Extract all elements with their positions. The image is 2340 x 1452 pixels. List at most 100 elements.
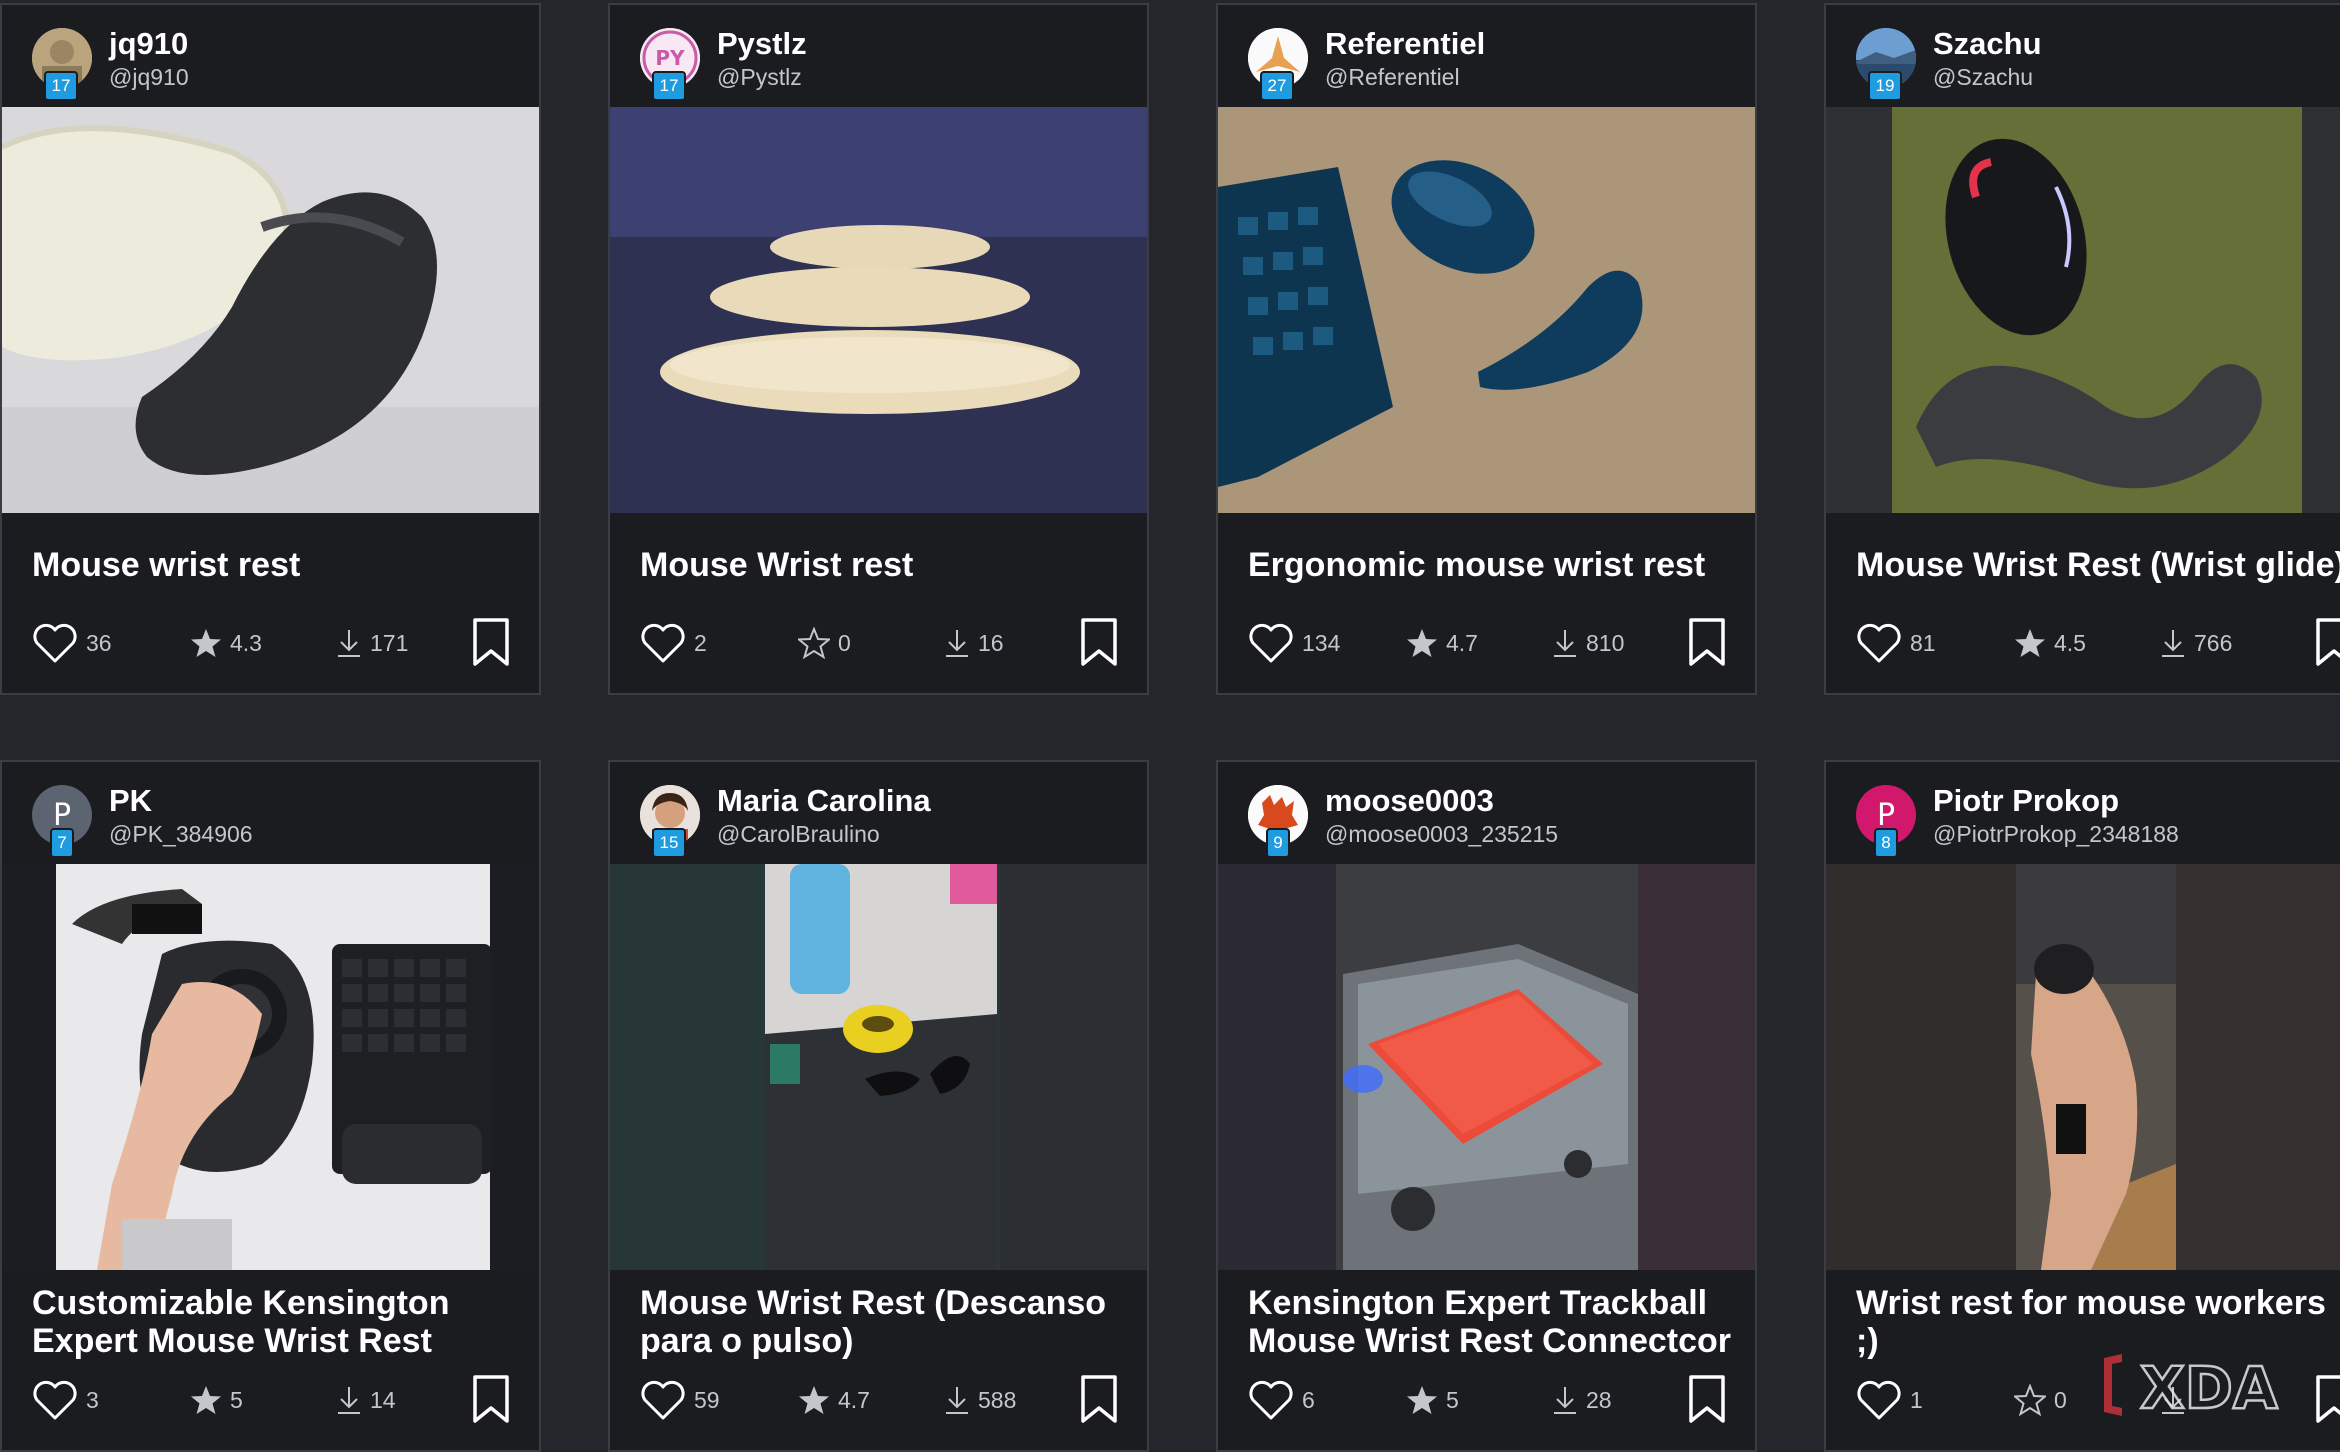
star-icon: [799, 1386, 829, 1414]
model-thumbnail[interactable]: [610, 107, 1147, 513]
rating: 4.3: [190, 615, 262, 671]
author-handle[interactable]: @Pystlz: [717, 64, 802, 91]
bookmark-icon[interactable]: [471, 1374, 511, 1424]
like-count: 6: [1302, 1386, 1315, 1413]
download-count: 14: [370, 1386, 396, 1413]
author-handle[interactable]: @jq910: [109, 64, 189, 91]
like-count: 36: [86, 629, 112, 656]
card-header: 17 jq910 @jq910: [2, 5, 539, 105]
model-card[interactable]: 17 jq910 @jq910 Mouse wrist rest 36 4.3 …: [0, 3, 541, 695]
level-badge: 9: [1266, 828, 1290, 858]
model-thumbnail[interactable]: [1826, 107, 2340, 513]
card-stats: 6 5 28: [1218, 1372, 1755, 1428]
author-handle[interactable]: @Szachu: [1933, 64, 2033, 91]
author-handle[interactable]: @moose0003_235215: [1325, 821, 1558, 848]
model-title[interactable]: Mouse wrist rest: [32, 520, 522, 610]
bookmark-icon[interactable]: [1687, 617, 1727, 667]
like-count: 3: [86, 1386, 99, 1413]
model-card[interactable]: 15 Maria Carolina @CarolBraulino Mouse W…: [608, 760, 1149, 1452]
model-title[interactable]: Mouse Wrist Rest (Descanso para o pulso): [640, 1277, 1130, 1367]
rating-value: 0: [838, 629, 851, 656]
model-title[interactable]: Customizable Kensington Expert Mouse Wri…: [32, 1277, 522, 1367]
bookmark-icon[interactable]: [471, 617, 511, 667]
level-badge: 7: [50, 828, 74, 858]
author-name[interactable]: Pystlz: [717, 26, 807, 62]
rating: 5: [1406, 1372, 1459, 1428]
author-name[interactable]: PK: [109, 783, 152, 819]
model-title[interactable]: Mouse Wrist rest: [640, 520, 1130, 610]
card-header: 15 Maria Carolina @CarolBraulino: [610, 762, 1147, 862]
like-button[interactable]: 2: [640, 615, 707, 671]
like-button[interactable]: 59: [640, 1372, 720, 1428]
like-count: 2: [694, 629, 707, 656]
author-name[interactable]: Piotr Prokop: [1933, 783, 2119, 819]
like-button[interactable]: 134: [1248, 615, 1340, 671]
model-thumbnail[interactable]: [2, 864, 539, 1270]
author-name[interactable]: Szachu: [1933, 26, 2042, 62]
bookmark-icon[interactable]: [1079, 617, 1119, 667]
heart-icon: [1249, 623, 1293, 663]
download-icon: [946, 1387, 968, 1414]
like-button[interactable]: 36: [32, 615, 112, 671]
model-title[interactable]: Kensington Expert Trackball Mouse Wrist …: [1248, 1277, 1738, 1367]
avatar-initials: PY: [655, 46, 685, 70]
downloads: 588: [944, 1372, 1016, 1428]
model-thumbnail[interactable]: [1218, 864, 1755, 1270]
model-card[interactable]: 9 moose0003 @moose0003_235215 Kensington…: [1216, 760, 1757, 1452]
card-header: 19 Szachu @Szachu: [1826, 5, 2340, 105]
star-icon: [2015, 629, 2045, 657]
like-button[interactable]: 1: [1856, 1372, 1923, 1428]
bookmark-icon[interactable]: [2314, 617, 2340, 667]
rating-value: 5: [230, 1386, 243, 1413]
card-header: 27 Referentiel @Referentiel: [1218, 5, 1755, 105]
author-handle[interactable]: @CarolBraulino: [717, 821, 880, 848]
model-thumbnail[interactable]: [2, 107, 539, 513]
heart-icon: [33, 623, 77, 663]
model-thumbnail[interactable]: [1218, 107, 1755, 513]
author-handle[interactable]: @PK_384906: [109, 821, 253, 848]
like-count: 81: [1910, 629, 1936, 656]
author-handle[interactable]: @Referentiel: [1325, 64, 1460, 91]
model-card[interactable]: P 8 Piotr Prokop @PiotrProkop_2348188 Wr…: [1824, 760, 2340, 1452]
xda-watermark: XDA: [2100, 1350, 2330, 1430]
model-thumbnail[interactable]: [1826, 864, 2340, 1270]
rating-value: 5: [1446, 1386, 1459, 1413]
downloads: 16: [944, 615, 1004, 671]
model-card[interactable]: 27 Referentiel @Referentiel Ergonomic mo…: [1216, 3, 1757, 695]
bookmark-icon[interactable]: [1687, 1374, 1727, 1424]
author-handle[interactable]: @PiotrProkop_2348188: [1933, 821, 2179, 848]
model-thumbnail[interactable]: [610, 864, 1147, 1270]
card-stats: 3 5 14: [2, 1372, 539, 1428]
like-count: 59: [694, 1386, 720, 1413]
star-icon: [1407, 629, 1437, 657]
model-title[interactable]: Ergonomic mouse wrist rest: [1248, 520, 1738, 610]
model-card[interactable]: 19 Szachu @Szachu Mouse Wrist Rest (Wris…: [1824, 3, 2340, 695]
card-stats: 2 0 16: [610, 615, 1147, 671]
like-button[interactable]: 81: [1856, 615, 1936, 671]
bookmark-icon[interactable]: [1079, 1374, 1119, 1424]
model-card[interactable]: PY 17 Pystlz @Pystlz Mouse Wrist rest 2 …: [608, 3, 1149, 695]
author-name[interactable]: jq910: [109, 26, 188, 62]
star-icon: [191, 629, 221, 657]
download-count: 810: [1586, 629, 1625, 656]
star-outline-icon: [798, 627, 830, 659]
level-badge: 15: [652, 828, 686, 858]
author-name[interactable]: moose0003: [1325, 783, 1494, 819]
author-name[interactable]: Maria Carolina: [717, 783, 931, 819]
like-button[interactable]: 3: [32, 1372, 99, 1428]
model-card[interactable]: P 7 PK @PK_384906 Customizable Kensingto…: [0, 760, 541, 1452]
rating-value: 4.7: [838, 1386, 870, 1413]
model-title[interactable]: Mouse Wrist Rest (Wrist glide): [1856, 520, 2340, 610]
star-icon: [191, 1386, 221, 1414]
level-badge: 8: [1874, 828, 1898, 858]
author-name[interactable]: Referentiel: [1325, 26, 1485, 62]
card-stats: 81 4.5 766: [1826, 615, 2340, 671]
download-icon: [2162, 630, 2184, 657]
download-count: 16: [978, 629, 1004, 656]
level-badge: 17: [44, 71, 78, 101]
like-button[interactable]: 6: [1248, 1372, 1315, 1428]
downloads: 14: [336, 1372, 396, 1428]
heart-icon: [1857, 623, 1901, 663]
download-count: 28: [1586, 1386, 1612, 1413]
download-icon: [1554, 630, 1576, 657]
